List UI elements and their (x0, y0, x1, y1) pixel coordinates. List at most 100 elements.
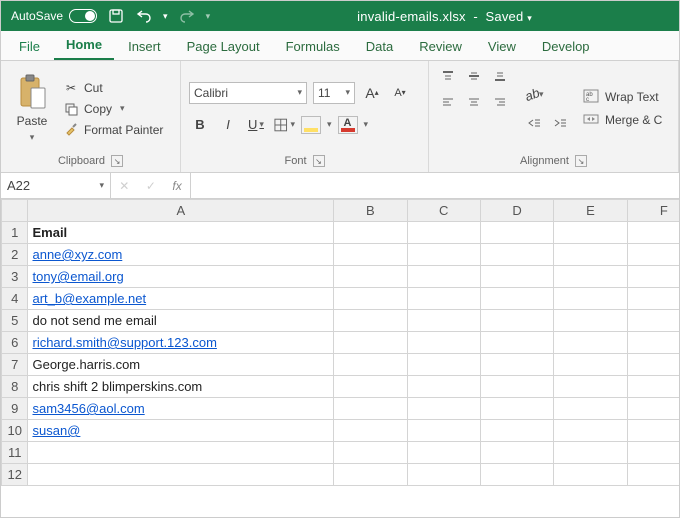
cell[interactable] (407, 266, 480, 288)
col-header-A[interactable]: A (28, 200, 334, 222)
cell[interactable] (334, 464, 407, 486)
cell[interactable] (554, 376, 627, 398)
tab-review[interactable]: Review (407, 33, 474, 60)
tab-formulas[interactable]: Formulas (274, 33, 352, 60)
fx-icon[interactable]: fx (172, 179, 181, 193)
copy-button[interactable]: Copy▾ (63, 101, 163, 117)
tab-insert[interactable]: Insert (116, 33, 173, 60)
cell[interactable] (334, 442, 407, 464)
row-header[interactable]: 11 (2, 442, 28, 464)
tab-file[interactable]: File (7, 33, 52, 60)
col-header-E[interactable]: E (554, 200, 627, 222)
cell[interactable] (480, 310, 553, 332)
cell[interactable]: tony@email.org (28, 266, 334, 288)
cell[interactable] (480, 288, 553, 310)
cell[interactable]: richard.smith@support.123.com (28, 332, 334, 354)
cell[interactable] (627, 442, 679, 464)
align-right-icon[interactable] (489, 91, 511, 113)
cell[interactable] (627, 222, 679, 244)
align-left-icon[interactable] (437, 91, 459, 113)
cell[interactable] (407, 420, 480, 442)
cell[interactable]: anne@xyz.com (28, 244, 334, 266)
cell[interactable] (627, 310, 679, 332)
tab-page-layout[interactable]: Page Layout (175, 33, 272, 60)
cell[interactable] (407, 310, 480, 332)
font-size-combo[interactable]: 11▾ (313, 82, 355, 104)
col-header-B[interactable]: B (334, 200, 407, 222)
cell[interactable] (334, 332, 407, 354)
alignment-launcher-icon[interactable]: ↘ (575, 155, 587, 167)
cell[interactable]: George.harris.com (28, 354, 334, 376)
formula-input[interactable] (191, 173, 679, 198)
row-header[interactable]: 10 (2, 420, 28, 442)
cell[interactable] (627, 420, 679, 442)
format-painter-button[interactable]: Format Painter (63, 122, 163, 138)
tab-view[interactable]: View (476, 33, 528, 60)
row-header[interactable]: 8 (2, 376, 28, 398)
cell[interactable] (480, 442, 553, 464)
undo-icon[interactable] (135, 7, 153, 25)
cell[interactable]: do not send me email (28, 310, 334, 332)
cell[interactable] (627, 244, 679, 266)
cell[interactable] (334, 420, 407, 442)
cell[interactable]: art_b@example.net (28, 288, 334, 310)
tab-data[interactable]: Data (354, 33, 405, 60)
cell[interactable] (334, 354, 407, 376)
bold-button[interactable]: B (189, 114, 211, 136)
align-bottom-icon[interactable] (489, 65, 511, 87)
cell[interactable] (627, 266, 679, 288)
row-header[interactable]: 3 (2, 266, 28, 288)
row-header[interactable]: 1 (2, 222, 28, 244)
orientation-button[interactable]: ab▾ (523, 84, 545, 106)
cell[interactable] (480, 332, 553, 354)
tab-developer[interactable]: Develop (530, 33, 602, 60)
redo-icon[interactable] (178, 7, 196, 25)
row-header[interactable]: 12 (2, 464, 28, 486)
cell[interactable] (407, 442, 480, 464)
cell[interactable] (334, 244, 407, 266)
save-icon[interactable] (107, 7, 125, 25)
worksheet-grid[interactable]: A B C D E F 1Email2anne@xyz.com3tony@ema… (1, 199, 679, 517)
cell[interactable] (407, 354, 480, 376)
undo-dropdown-icon[interactable]: ▾ (163, 11, 168, 22)
cell[interactable] (627, 398, 679, 420)
merge-center-button[interactable]: Merge & C (583, 112, 662, 129)
name-box[interactable]: A22 ▾ (1, 173, 111, 198)
align-top-icon[interactable] (437, 65, 459, 87)
row-header[interactable]: 4 (2, 288, 28, 310)
qat-customize-icon[interactable]: ▾ (206, 11, 211, 22)
cell[interactable] (334, 222, 407, 244)
cell[interactable] (480, 376, 553, 398)
borders-button[interactable]: ▾ (273, 114, 295, 136)
clipboard-launcher-icon[interactable]: ↘ (111, 155, 123, 167)
row-header[interactable]: 6 (2, 332, 28, 354)
cell[interactable] (627, 376, 679, 398)
cell[interactable] (554, 222, 627, 244)
cell[interactable] (480, 266, 553, 288)
cell[interactable] (407, 288, 480, 310)
cell[interactable] (407, 464, 480, 486)
cell[interactable] (627, 464, 679, 486)
cell[interactable] (480, 464, 553, 486)
decrease-indent-icon[interactable] (523, 112, 545, 134)
cancel-formula-icon[interactable]: ✕ (119, 179, 129, 193)
wrap-text-button[interactable]: abc Wrap Text (583, 89, 662, 106)
cell[interactable] (480, 222, 553, 244)
cell[interactable] (407, 398, 480, 420)
cell[interactable] (334, 310, 407, 332)
font-name-combo[interactable]: Calibri▾ (189, 82, 307, 104)
cell[interactable] (480, 244, 553, 266)
cell[interactable] (407, 222, 480, 244)
underline-button[interactable]: U▾ (245, 114, 267, 136)
cell[interactable]: chris shift 2 blimperskins.com (28, 376, 334, 398)
cell[interactable]: susan@ (28, 420, 334, 442)
col-header-F[interactable]: F (627, 200, 679, 222)
cell[interactable] (554, 442, 627, 464)
paste-dropdown-icon[interactable]: ▾ (30, 132, 35, 143)
enter-formula-icon[interactable]: ✓ (146, 179, 156, 193)
decrease-font-icon[interactable]: A▾ (389, 82, 411, 104)
cell[interactable] (28, 464, 334, 486)
cell[interactable] (554, 332, 627, 354)
cell[interactable] (554, 398, 627, 420)
col-header-C[interactable]: C (407, 200, 480, 222)
